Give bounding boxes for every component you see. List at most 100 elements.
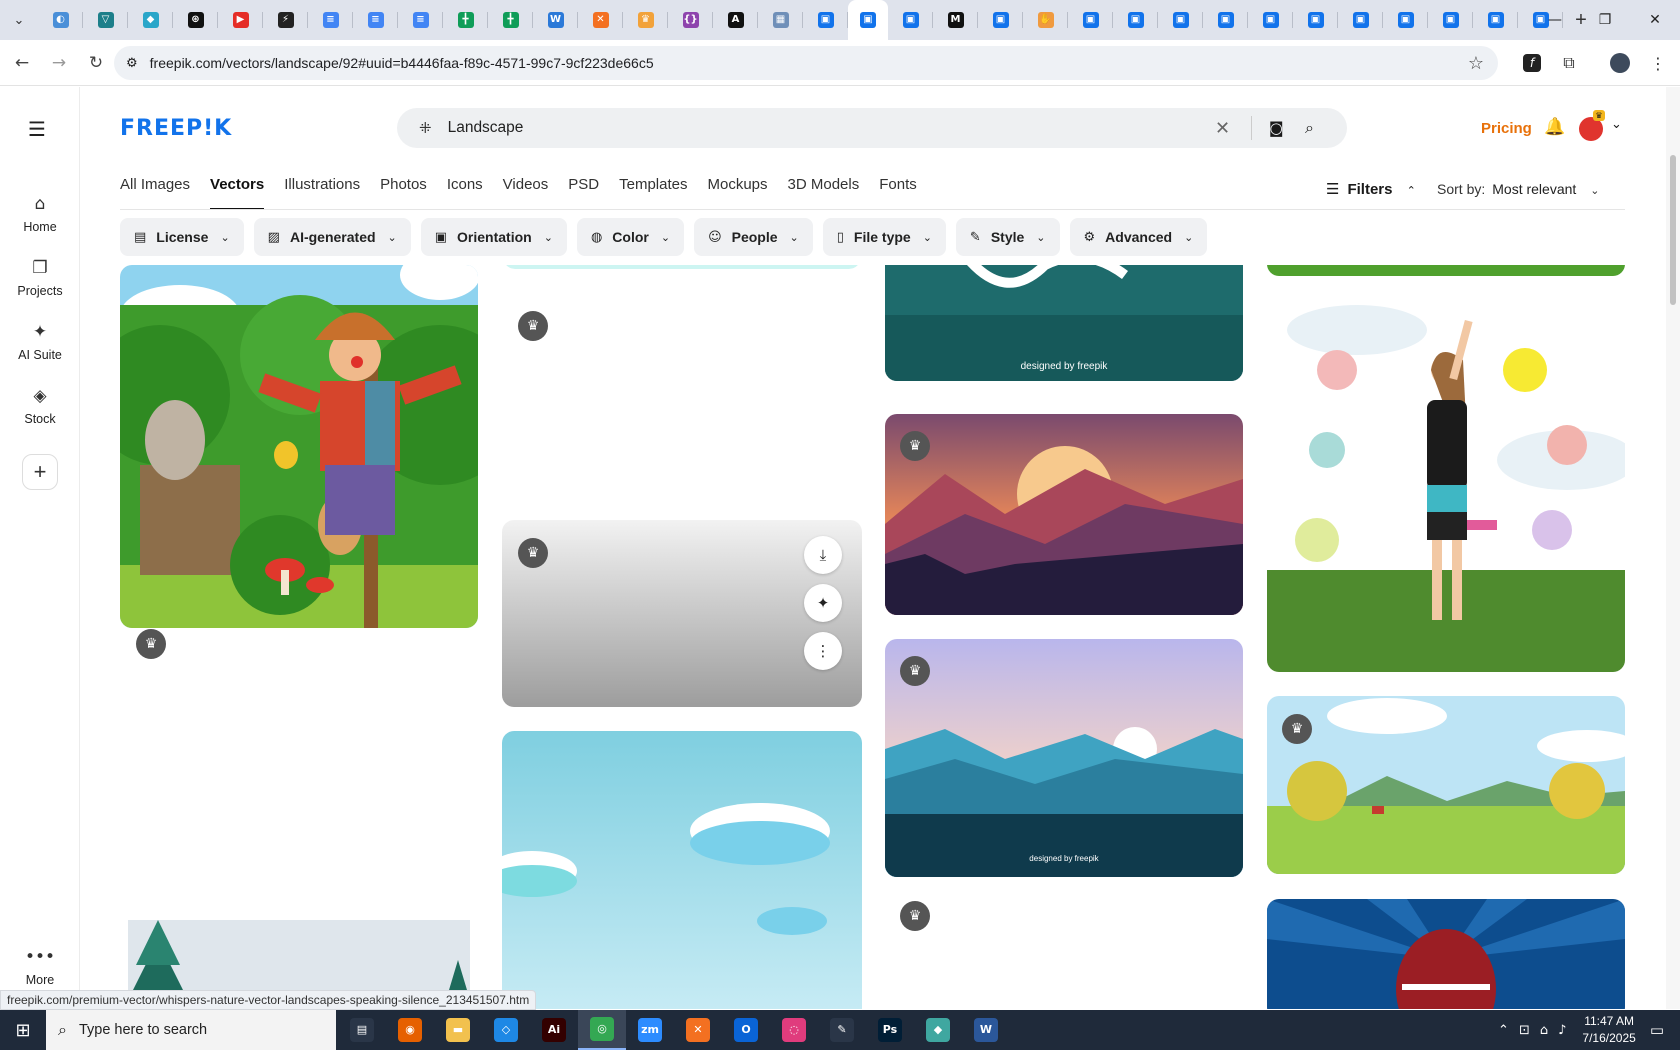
browser-tab-8[interactable]: ≡	[353, 0, 398, 40]
clear-search-icon[interactable]: ✕	[1215, 118, 1230, 139]
browser-tab-12[interactable]: W	[533, 0, 578, 40]
browser-tab-33[interactable]: ▣	[1473, 0, 1518, 40]
rail-item-more[interactable]: ••• More	[0, 947, 80, 987]
taskbar-app-1[interactable]: ▤	[338, 1010, 386, 1050]
network-icon[interactable]: ⌂	[1540, 1023, 1548, 1038]
browser-tab-27[interactable]: ▣	[1203, 0, 1248, 40]
browser-tab-22[interactable]: ▣	[978, 0, 1023, 40]
browser-tab-30[interactable]: ▣	[1338, 0, 1383, 40]
gallery-card-sunset-mountains[interactable]	[885, 414, 1243, 615]
tab-photos[interactable]: Photos	[380, 176, 427, 210]
notifications-icon[interactable]: ▭	[1650, 1021, 1664, 1039]
filter-chip-orientation[interactable]: ▣ Orientation ⌄	[420, 218, 567, 256]
search-icon[interactable]: ⌕	[1305, 118, 1314, 138]
bookmark-star-icon[interactable]: ☆	[1468, 53, 1484, 74]
search-input[interactable]	[447, 119, 1168, 137]
tab-vectors[interactable]: Vectors	[210, 176, 265, 210]
taskbar-app-9[interactable]: O	[722, 1010, 770, 1050]
taskbar-app-3[interactable]: ▬	[434, 1010, 482, 1050]
browser-tab-1[interactable]: ◐	[38, 0, 83, 40]
gallery-card-blue-mountains[interactable]: designed by freepik	[885, 639, 1243, 877]
browser-tab-23[interactable]: ✋	[1023, 0, 1068, 40]
browser-tab-3[interactable]: ◆	[128, 0, 173, 40]
browser-tab-19[interactable]: ▣	[848, 0, 888, 40]
filter-chip-ai-generated[interactable]: ▨ AI-generated ⌄	[253, 218, 411, 256]
tab-all-images[interactable]: All Images	[120, 176, 190, 210]
tab-videos[interactable]: Videos	[503, 176, 549, 210]
profile-avatar-icon[interactable]	[1605, 48, 1635, 78]
taskbar-app-4[interactable]: ◇	[482, 1010, 530, 1050]
taskbar-app-2[interactable]: ◉	[386, 1010, 434, 1050]
filter-chip-advanced[interactable]: ⚙ Advanced ⌄	[1069, 218, 1208, 256]
tray-app-icon[interactable]: ⊡	[1519, 1023, 1530, 1038]
notifications-bell-icon[interactable]: 🔔	[1544, 117, 1565, 137]
download-button[interactable]: ⤓	[804, 536, 842, 574]
taskbar-app-7[interactable]: zm	[626, 1010, 674, 1050]
pricing-link[interactable]: Pricing	[1481, 120, 1532, 137]
close-window-icon[interactable]: ✕	[1630, 0, 1680, 40]
browser-tab-20[interactable]: ▣	[888, 0, 933, 40]
sort-dropdown[interactable]: Sort by: Most relevant ⌄	[1437, 181, 1599, 197]
filter-chip-license[interactable]: ▤ License ⌄	[120, 218, 244, 256]
browser-tab-7[interactable]: ≡	[308, 0, 353, 40]
browser-tab-9[interactable]: ≡	[398, 0, 443, 40]
taskbar-app-5[interactable]: Ai	[530, 1010, 578, 1050]
tab-fonts[interactable]: Fonts	[879, 176, 917, 210]
scrollbar-thumb[interactable]	[1670, 155, 1676, 305]
reload-button[interactable]: ↻	[79, 46, 113, 80]
extension-f-icon[interactable]: f	[1517, 48, 1547, 78]
minimize-icon[interactable]: —	[1530, 0, 1580, 40]
tab-search-icon[interactable]: ⌄	[0, 0, 38, 40]
browser-tab-18[interactable]: ▣	[803, 0, 848, 40]
gallery-card-lake[interactable]: designed by freepik	[885, 265, 1243, 381]
windows-start-icon[interactable]: ⊞	[0, 1010, 46, 1050]
tab-icons[interactable]: Icons	[447, 176, 483, 210]
browser-tab-4[interactable]: ⊛	[173, 0, 218, 40]
filter-chip-style[interactable]: ✎ Style ⌄	[955, 218, 1060, 256]
search-type-grid-icon[interactable]: ⁜	[419, 119, 432, 137]
browser-tab-29[interactable]: ▣	[1293, 0, 1338, 40]
browser-tab-16[interactable]: A	[713, 0, 758, 40]
taskbar-app-10[interactable]: ◌	[770, 1010, 818, 1050]
rail-item-projects[interactable]: ❐ Projects	[0, 258, 80, 298]
browser-tab-15[interactable]: {}	[668, 0, 713, 40]
browser-tab-14[interactable]: ♛	[623, 0, 668, 40]
camera-search-icon[interactable]: ◙	[1269, 119, 1284, 137]
browser-tab-11[interactable]: ╋	[488, 0, 533, 40]
gallery-card-green-strip[interactable]	[1267, 265, 1625, 276]
rail-add-button[interactable]: +	[22, 454, 58, 490]
gallery-card-football[interactable]	[1267, 899, 1625, 1009]
rail-item-ai-suite[interactable]: ✦ AI Suite	[0, 322, 80, 362]
more-options-button[interactable]: ⋮	[804, 632, 842, 670]
browser-tab-25[interactable]: ▣	[1113, 0, 1158, 40]
hamburger-menu-icon[interactable]: ☰	[28, 117, 52, 141]
browser-tab-26[interactable]: ▣	[1158, 0, 1203, 40]
volume-icon[interactable]: ♪	[1558, 1023, 1566, 1038]
site-info-icon[interactable]: ⚙	[126, 56, 138, 71]
ai-edit-button[interactable]: ✦	[804, 584, 842, 622]
tab-templates[interactable]: Templates	[619, 176, 687, 210]
browser-tab-31[interactable]: ▣	[1383, 0, 1428, 40]
rail-item-stock[interactable]: ◈ Stock	[0, 386, 80, 426]
taskbar-app-14[interactable]: W	[962, 1010, 1010, 1050]
browser-tab-5[interactable]: ▶	[218, 0, 263, 40]
tab-mockups[interactable]: Mockups	[707, 176, 767, 210]
filter-chip-people[interactable]: ☺ People ⌄	[694, 218, 813, 256]
taskbar-app-12[interactable]: Ps	[866, 1010, 914, 1050]
browser-tab-24[interactable]: ▣	[1068, 0, 1113, 40]
gallery-card-meadow[interactable]	[1267, 696, 1625, 874]
gallery-card-scarecrow[interactable]	[120, 265, 478, 628]
forward-button[interactable]: →	[42, 46, 76, 80]
url-field[interactable]: ⚙ freepik.com/vectors/landscape/92#uuid=…	[114, 46, 1498, 80]
chevron-down-icon[interactable]: ⌄	[1611, 117, 1622, 132]
gallery-card-fitness-woman[interactable]	[1267, 300, 1625, 672]
browser-tab-32[interactable]: ▣	[1428, 0, 1473, 40]
browser-menu-icon[interactable]: ⋮	[1643, 48, 1673, 78]
freepik-logo[interactable]: FREEP!K	[120, 116, 232, 141]
tab-psd[interactable]: PSD	[568, 176, 599, 210]
browser-tab-21[interactable]: M	[933, 0, 978, 40]
tray-chevron-icon[interactable]: ⌃	[1498, 1023, 1509, 1038]
browser-tab-17[interactable]: ▦	[758, 0, 803, 40]
extensions-puzzle-icon[interactable]: ⧉	[1554, 48, 1584, 78]
browser-tab-6[interactable]: ⚡	[263, 0, 308, 40]
